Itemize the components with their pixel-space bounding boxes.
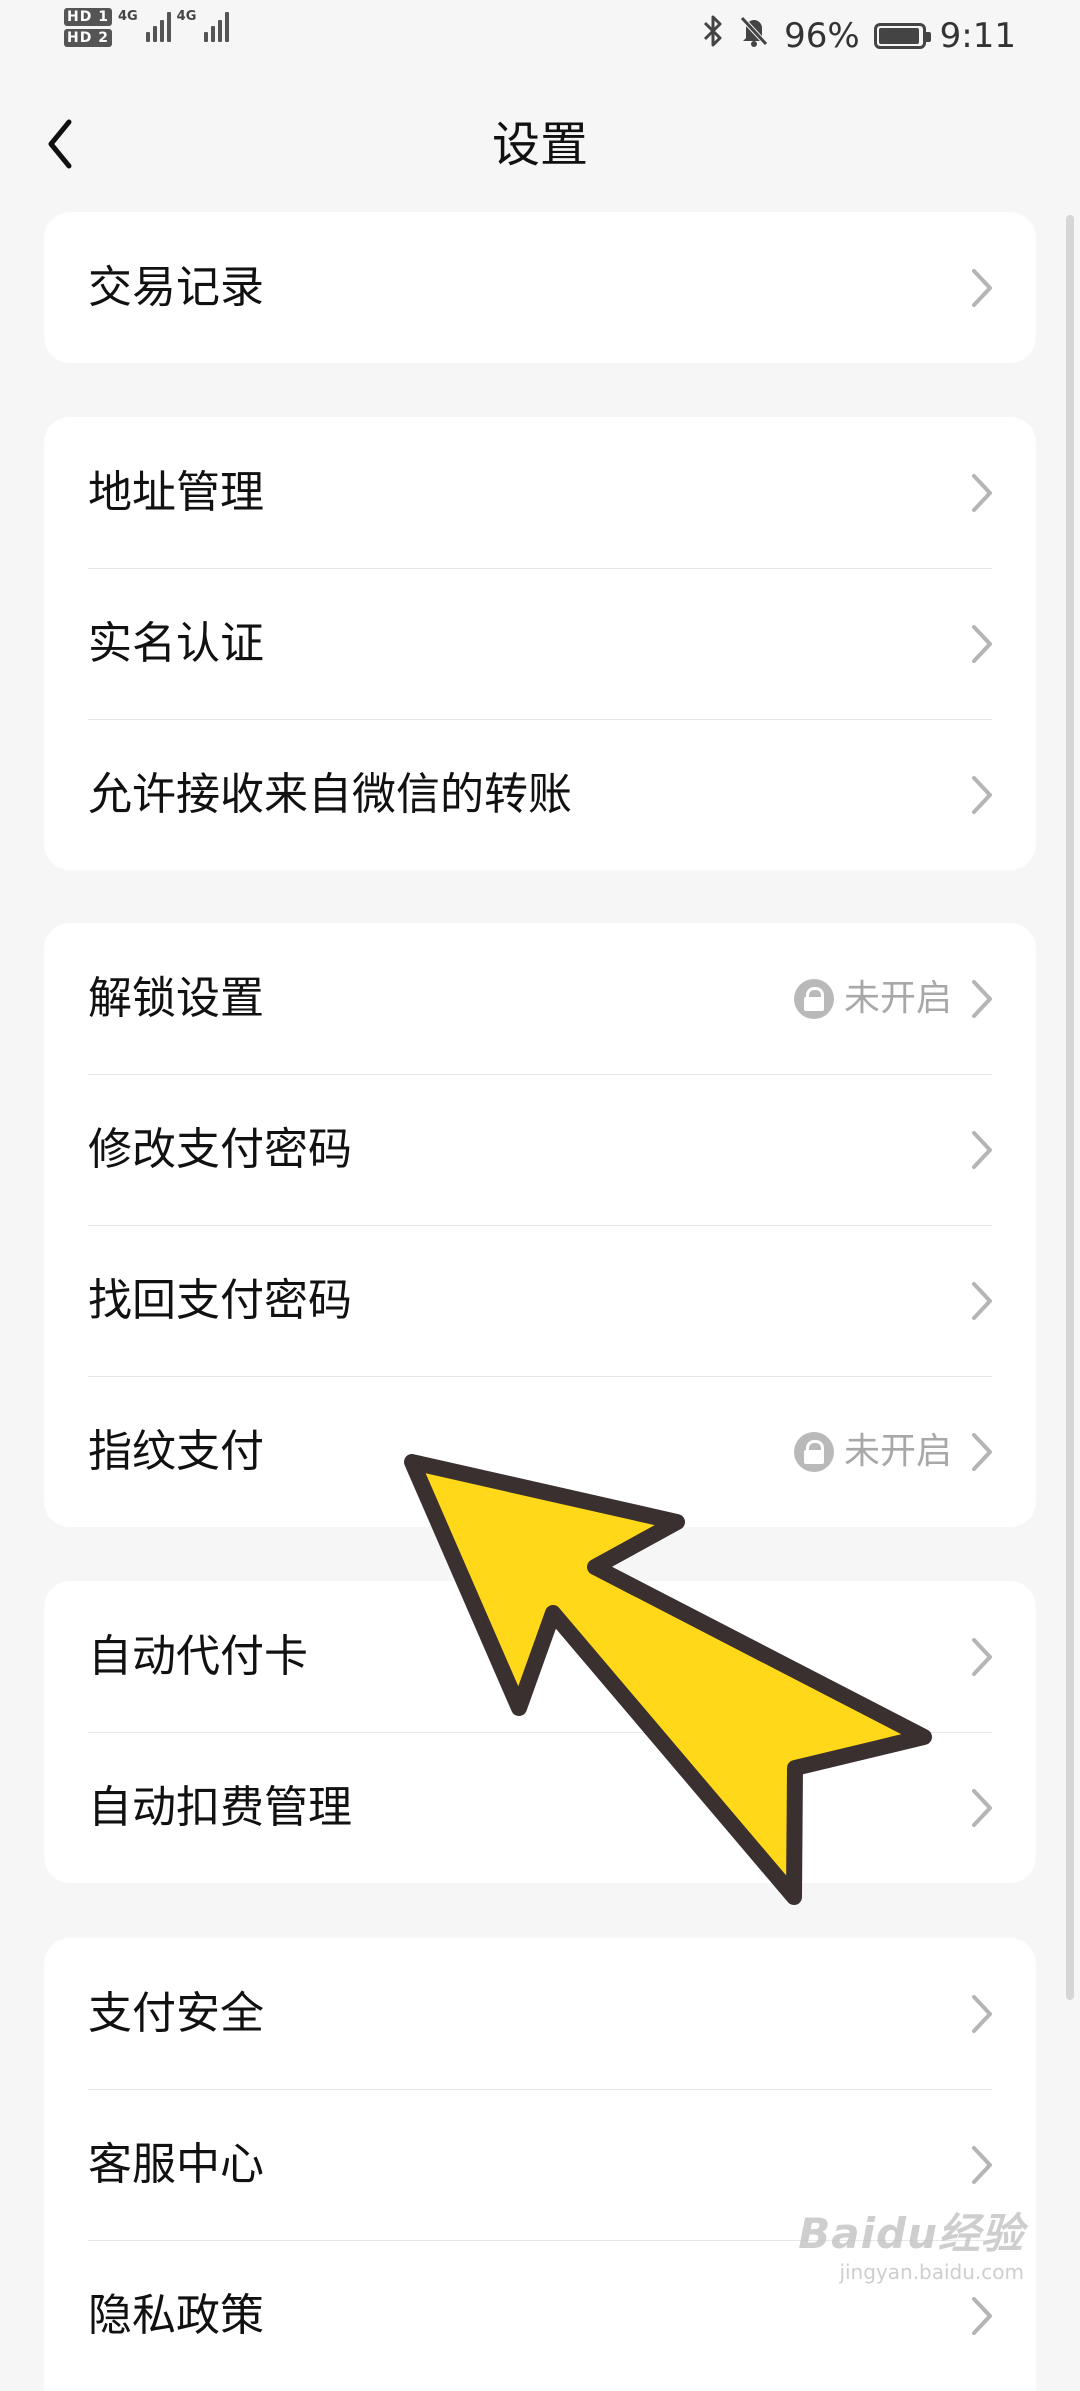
chevron-right-icon (972, 1130, 992, 1169)
settings-item-payment-security[interactable]: 支付安全 (44, 1938, 1036, 2089)
settings-group-1: 交易记录 (44, 212, 1036, 363)
lock-icon (793, 978, 834, 1019)
chevron-right-icon (972, 1994, 992, 2033)
chevron-right-icon (972, 268, 992, 307)
sim-indicators: HD 1 HD 2 (64, 8, 112, 47)
chevron-right-icon (972, 1281, 992, 1320)
settings-group-3: 解锁设置 未开启 修改支付密码 找回支付密码 指纹支付 未开启 (44, 923, 1036, 1527)
watermark-url: jingyan.baidu.com (839, 2260, 1024, 2284)
settings-item-label: 自动代付卡 (88, 1630, 308, 1682)
chevron-right-icon (972, 775, 992, 814)
settings-item-label: 客服中心 (88, 2138, 264, 2190)
settings-item-label: 解锁设置 (88, 972, 264, 1024)
chevron-right-icon (972, 2145, 992, 2184)
chevron-right-icon (972, 1432, 992, 1471)
battery-icon (873, 23, 931, 49)
settings-item-label: 交易记录 (88, 261, 264, 313)
settings-item-label: 支付安全 (88, 1987, 264, 2039)
watermark: Baidu经验 jingyan.baidu.com (798, 2209, 1024, 2285)
status-bar: HD 1 HD 2 4G 4G 96% 9:11 (0, 0, 1080, 75)
sim2-badge: HD 2 (64, 29, 112, 47)
status-text: 未开启 (843, 1430, 952, 1472)
bell-off-icon (738, 14, 770, 58)
status-text: 未开启 (843, 977, 952, 1019)
network-type-2: 4G (176, 9, 197, 24)
settings-item-label: 修改支付密码 (88, 1123, 352, 1175)
settings-item-unlock-settings[interactable]: 解锁设置 未开启 (44, 923, 1036, 1074)
settings-item-allow-wechat-transfers[interactable]: 允许接收来自微信的转账 (44, 719, 1036, 870)
status-indicator: 未开启 (793, 1428, 952, 1476)
settings-item-real-name-verification[interactable]: 实名认证 (44, 568, 1036, 719)
settings-item-fingerprint-payment[interactable]: 指纹支付 未开启 (44, 1376, 1036, 1527)
nav-bar: 设置 (0, 100, 1080, 190)
page-title: 设置 (491, 117, 588, 173)
signal-icon (145, 8, 171, 42)
settings-item-change-payment-password[interactable]: 修改支付密码 (44, 1074, 1036, 1225)
chevron-right-icon (972, 1788, 992, 1827)
sim1-badge: HD 1 (64, 8, 112, 26)
signal-icon (204, 8, 230, 42)
settings-group-5: 支付安全 客服中心 隐私政策 (44, 1938, 1036, 2391)
clock: 9:11 (939, 16, 1016, 56)
status-indicator: 未开启 (793, 975, 952, 1023)
settings-item-recover-payment-password[interactable]: 找回支付密码 (44, 1225, 1036, 1376)
scrollbar[interactable] (1066, 215, 1074, 2000)
chevron-right-icon (972, 979, 992, 1018)
bluetooth-icon (702, 14, 724, 58)
settings-item-address-management[interactable]: 地址管理 (44, 417, 1036, 568)
battery-fill (878, 28, 919, 44)
chevron-right-icon (972, 624, 992, 663)
lock-icon (793, 1431, 834, 1472)
battery-percent: 96% (784, 16, 860, 56)
settings-item-label: 实名认证 (88, 617, 264, 669)
settings-item-label: 隐私政策 (88, 2289, 264, 2341)
settings-item-auto-deduction-management[interactable]: 自动扣费管理 (44, 1732, 1036, 1883)
status-bar-left: HD 1 HD 2 4G 4G (64, 8, 230, 47)
settings-group-2: 地址管理 实名认证 允许接收来自微信的转账 (44, 417, 1036, 870)
settings-item-label: 地址管理 (88, 466, 264, 518)
status-bar-right: 96% 9:11 (702, 14, 1016, 58)
chevron-right-icon (972, 2296, 992, 2335)
settings-item-label: 指纹支付 (88, 1425, 264, 1477)
network-type-1: 4G (117, 9, 138, 24)
settings-item-transaction-records[interactable]: 交易记录 (44, 212, 1036, 363)
settings-item-auto-payment-card[interactable]: 自动代付卡 (44, 1581, 1036, 1732)
settings-item-label: 允许接收来自微信的转账 (88, 768, 572, 820)
watermark-logo: Baidu经验 (798, 2209, 1024, 2258)
chevron-right-icon (972, 473, 992, 512)
chevron-right-icon (972, 1637, 992, 1676)
settings-group-4: 自动代付卡 自动扣费管理 (44, 1581, 1036, 1883)
settings-item-label: 自动扣费管理 (88, 1781, 352, 1833)
settings-item-label: 找回支付密码 (88, 1274, 352, 1326)
